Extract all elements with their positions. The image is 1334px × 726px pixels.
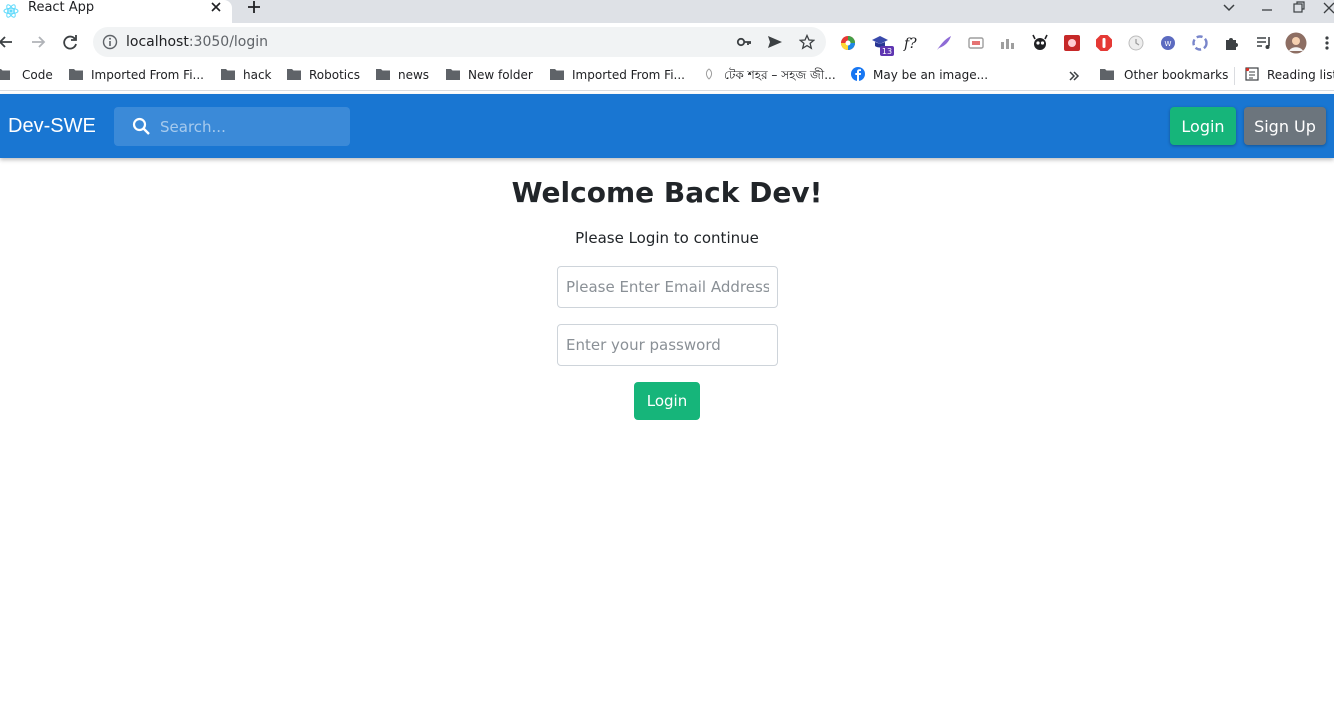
new-tab-icon[interactable]	[244, 0, 264, 16]
page-title: Welcome Back Dev!	[511, 176, 823, 209]
bookmark-label: May be an image...	[873, 68, 989, 82]
folder-icon	[550, 69, 564, 80]
bookmark-label: Other bookmarks	[1124, 68, 1229, 82]
clock-extension-icon[interactable]	[1127, 34, 1145, 52]
bookmark-label: New folder	[468, 68, 533, 82]
search-box[interactable]	[114, 107, 350, 146]
bookmark-label: Imported From Fi...	[91, 68, 204, 82]
restore-icon[interactable]	[1291, 0, 1307, 16]
folder-icon	[221, 69, 235, 80]
folder-icon	[376, 69, 390, 80]
window-close-icon[interactable]	[1321, 0, 1334, 16]
adblock-extension-icon[interactable]	[1095, 34, 1113, 52]
folder-icon	[69, 69, 83, 80]
search-input[interactable]	[160, 107, 346, 146]
more-menu-icon[interactable]	[1320, 34, 1334, 52]
bookmark-label: Robotics	[309, 68, 360, 82]
chevron-double-right-icon[interactable]	[1068, 70, 1080, 82]
forward-icon[interactable]	[28, 32, 48, 52]
bookmark-label: hack	[243, 68, 272, 82]
swirl-extension-icon[interactable]	[1191, 34, 1209, 52]
email-field[interactable]	[557, 266, 778, 308]
info-icon[interactable]	[102, 34, 118, 50]
browser-tabstrip: React App	[0, 0, 1334, 23]
password-field[interactable]	[557, 324, 778, 366]
reading-list-label: Reading list	[1267, 68, 1334, 82]
search-icon	[132, 117, 150, 135]
site-icon	[705, 68, 713, 80]
url-path: :3050/login	[188, 34, 269, 50]
reading-list-icon	[1245, 67, 1259, 81]
app-navbar: Dev-SWE Login Sign Up	[0, 94, 1334, 158]
nav-login-button[interactable]: Login	[1170, 107, 1236, 145]
tab-title: React App	[28, 0, 95, 15]
browser-tab[interactable]: React App	[0, 0, 232, 23]
graduation-cap-extension-icon[interactable]: 13	[871, 34, 895, 56]
minimize-icon[interactable]	[1259, 0, 1275, 16]
media-control-icon[interactable]	[1255, 34, 1273, 52]
react-logo-icon	[3, 4, 19, 18]
brand-logo[interactable]: Dev-SWE	[8, 114, 96, 138]
folder-icon	[287, 69, 301, 80]
bookmarks-bar: Code Imported From Fi... hack Robotics n…	[0, 61, 1334, 91]
close-icon[interactable]	[208, 0, 224, 16]
page-subtitle: Please Login to continue	[575, 229, 759, 247]
address-bar[interactable]: localhost:3050/login	[93, 27, 826, 57]
star-icon[interactable]	[799, 34, 815, 50]
folder-icon	[446, 69, 460, 80]
url-host: localhost	[126, 34, 189, 50]
feather-extension-icon[interactable]	[935, 34, 953, 52]
chevron-down-icon[interactable]	[1221, 0, 1237, 16]
web-extension-icon[interactable]: W	[1159, 34, 1177, 52]
back-icon[interactable]	[0, 32, 16, 52]
key-icon[interactable]	[736, 34, 752, 50]
bookmark-label: Code	[22, 68, 53, 82]
gimp-extension-icon[interactable]	[1031, 34, 1049, 52]
formula-extension-icon[interactable]: f?	[903, 34, 921, 52]
svg-text:W: W	[1165, 40, 1172, 48]
extension-badge-count: 13	[882, 47, 892, 56]
facebook-icon	[851, 67, 865, 81]
url-text: localhost:3050/login	[126, 34, 268, 50]
screenshot-extension-icon[interactable]	[967, 34, 985, 52]
folder-icon	[0, 69, 10, 80]
folder-icon	[1100, 69, 1114, 80]
bookmark-label: news	[398, 68, 430, 82]
bar-chart-extension-icon[interactable]	[999, 34, 1017, 52]
send-icon[interactable]	[767, 34, 783, 50]
red-app-extension-icon[interactable]	[1063, 34, 1081, 52]
login-submit-button[interactable]: Login	[634, 382, 700, 420]
bookmarks-divider	[1234, 67, 1235, 85]
bookmark-label: Imported From Fi...	[572, 68, 685, 82]
bookmark-label: টেক শহর – সহজ জী...	[724, 68, 836, 82]
svg-text:f?: f?	[903, 36, 917, 52]
browser-toolbar: localhost:3050/login 13 f? W	[0, 23, 1334, 61]
profile-avatar[interactable]	[1285, 32, 1307, 54]
color-wheel-extension-icon[interactable]	[839, 34, 857, 52]
nav-signup-button[interactable]: Sign Up	[1244, 107, 1326, 145]
puzzle-icon[interactable]	[1223, 34, 1241, 52]
reload-icon[interactable]	[60, 32, 80, 52]
